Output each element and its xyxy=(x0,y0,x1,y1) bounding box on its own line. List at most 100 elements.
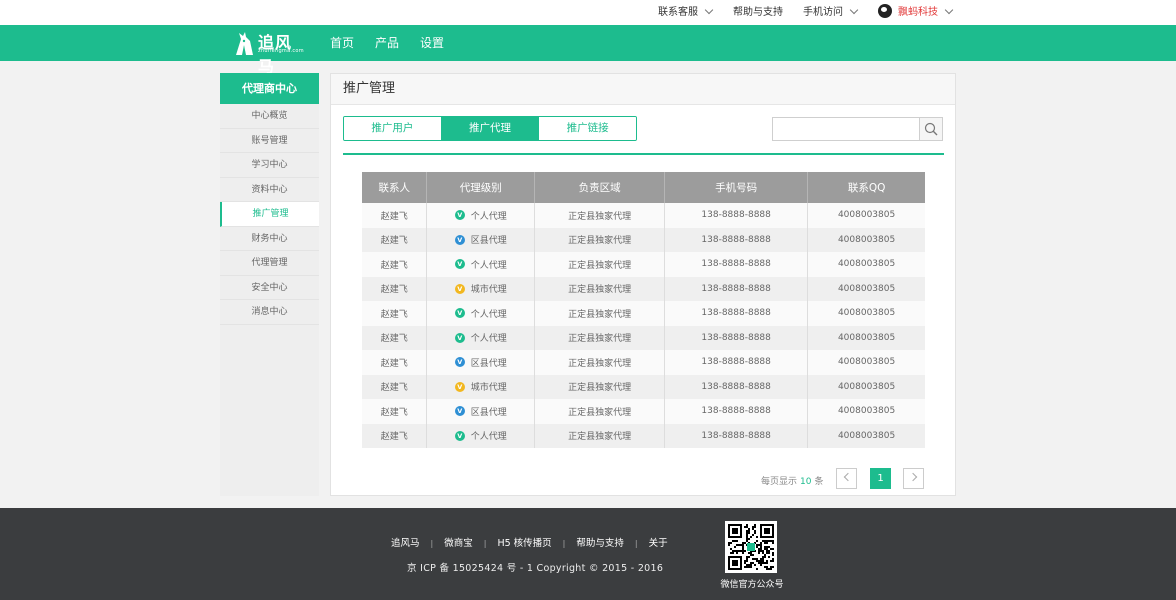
cell-level: V 个人代理 xyxy=(426,423,536,448)
cell-phone: 138-8888-8888 xyxy=(664,227,809,252)
sidebar-item-promotion[interactable]: 推广管理 xyxy=(220,202,319,227)
cell-contact: 赵建飞 xyxy=(362,227,428,252)
horse-logo-icon xyxy=(236,32,253,55)
cell-contact: 赵建飞 xyxy=(362,350,428,375)
footer-separator: | xyxy=(430,539,434,548)
footer-link[interactable]: 微商宝 xyxy=(444,538,473,549)
sidebar-title: 代理商中心 xyxy=(220,73,319,104)
cell-contact: 赵建飞 xyxy=(362,252,428,277)
next-page-button[interactable] xyxy=(903,468,924,489)
sidebar-item-messages[interactable]: 消息中心 xyxy=(220,300,319,325)
top-utility-bar: 联系客服 帮助与支持 手机访问 飘蚂科技 xyxy=(0,0,1176,25)
table-row: 赵建飞 V 区县代理 正定县独家代理 138-8888-8888 4008003805 xyxy=(362,227,925,252)
sidebar-item-agents[interactable]: 代理管理 xyxy=(220,251,319,276)
divider xyxy=(343,153,944,155)
footer-link[interactable]: 追风马 xyxy=(391,538,420,549)
table-row: 赵建飞 V 区县代理 正定县独家代理 138-8888-8888 4008003805 xyxy=(362,350,925,375)
footer-link[interactable]: 帮助与支持 xyxy=(576,538,624,549)
main-panel: 推广管理 推广用户 推广代理 推广链接 联系人 代理级别 负责区域 手机号码 联… xyxy=(330,73,956,496)
column-header-level: 代理级别 xyxy=(426,172,536,203)
footer-link[interactable]: 关于 xyxy=(649,538,668,549)
sidebar-item-overview[interactable]: 中心概览 xyxy=(220,104,319,129)
agent-level-icon: V xyxy=(454,259,465,270)
cell-qq: 4008003805 xyxy=(807,227,925,252)
cell-region: 正定县独家代理 xyxy=(534,227,666,252)
cell-phone: 138-8888-8888 xyxy=(664,374,809,399)
help-support-link[interactable]: 帮助与支持 xyxy=(733,0,783,25)
agent-level-icon: V xyxy=(454,430,465,441)
cell-phone: 138-8888-8888 xyxy=(664,301,809,326)
cell-phone: 138-8888-8888 xyxy=(664,325,809,350)
agent-level-label: 个人代理 xyxy=(470,309,507,320)
column-header-contact: 联系人 xyxy=(362,172,428,203)
customer-service-menu[interactable]: 联系客服 xyxy=(658,0,714,25)
page-size-value[interactable]: 10 xyxy=(800,477,811,487)
sidebar-item-finance[interactable]: 财务中心 xyxy=(220,227,319,251)
nav-settings[interactable]: 设置 xyxy=(420,25,444,61)
nav-home[interactable]: 首页 xyxy=(330,25,354,61)
cell-contact: 赵建飞 xyxy=(362,423,428,448)
cell-qq: 4008003805 xyxy=(807,301,925,326)
help-support-label: 帮助与支持 xyxy=(733,7,783,18)
table-row: 赵建飞 V 城市代理 正定县独家代理 138-8888-8888 4008003805 xyxy=(362,276,925,301)
search-input[interactable] xyxy=(772,117,920,141)
prev-page-button[interactable] xyxy=(836,468,857,489)
cell-level: V 个人代理 xyxy=(426,301,536,326)
cell-level: V 个人代理 xyxy=(426,203,536,228)
footer-links: 追风马 | 微商宝 | H5 核传播页 | 帮助与支持 | 关于 xyxy=(391,535,668,549)
footer-link[interactable]: H5 核传播页 xyxy=(497,538,551,549)
chevron-down-icon xyxy=(704,5,714,15)
footer-separator: | xyxy=(483,539,487,548)
chevron-down-icon xyxy=(849,5,859,15)
sidebar-item-materials[interactable]: 资料中心 xyxy=(220,178,319,202)
chevron-down-icon xyxy=(944,5,954,15)
footer-separator: | xyxy=(562,539,566,548)
cell-contact: 赵建飞 xyxy=(362,325,428,350)
agent-level-label: 区县代理 xyxy=(470,407,507,418)
cell-region: 正定县独家代理 xyxy=(534,374,666,399)
cell-region: 正定县独家代理 xyxy=(534,399,666,424)
cell-level: V 个人代理 xyxy=(426,325,536,350)
sidebar-item-learning[interactable]: 学习中心 xyxy=(220,153,319,178)
search-button[interactable] xyxy=(919,117,943,141)
cell-region: 正定县独家代理 xyxy=(534,276,666,301)
table-header-row: 联系人 代理级别 负责区域 手机号码 联系QQ xyxy=(362,172,925,203)
page-button-current[interactable]: 1 xyxy=(870,468,891,489)
agent-level-icon: V xyxy=(454,234,465,245)
agent-level-icon: V xyxy=(454,332,465,343)
cell-region: 正定县独家代理 xyxy=(534,350,666,375)
agent-level-label: 个人代理 xyxy=(470,432,507,443)
cell-phone: 138-8888-8888 xyxy=(664,203,809,228)
chevron-left-icon xyxy=(843,472,852,482)
agent-level-label: 个人代理 xyxy=(470,260,507,271)
user-menu[interactable]: 飘蚂科技 xyxy=(878,0,954,25)
footer-separator: | xyxy=(634,539,638,548)
main-header: 追风马 zhuifengma.com 首页 产品 设置 xyxy=(0,25,1176,76)
tab-promoted-users[interactable]: 推广用户 xyxy=(344,117,442,140)
agent-level-icon: V xyxy=(454,308,465,319)
sidebar-item-security[interactable]: 安全中心 xyxy=(220,276,319,300)
mobile-access-menu[interactable]: 手机访问 xyxy=(803,0,859,25)
sidebar: 代理商中心 中心概览 账号管理 学习中心 资料中心 推广管理 财务中心 代理管理… xyxy=(220,73,319,496)
page-size-prefix: 每页显示 xyxy=(761,477,798,487)
avatar xyxy=(878,4,892,18)
agent-level-label: 区县代理 xyxy=(470,358,507,369)
cell-contact: 赵建飞 xyxy=(362,276,428,301)
nav-products[interactable]: 产品 xyxy=(375,25,399,61)
tab-promotion-links[interactable]: 推广链接 xyxy=(539,117,636,140)
table-row: 赵建飞 V 区县代理 正定县独家代理 138-8888-8888 4008003805 xyxy=(362,399,925,424)
column-header-region: 负责区域 xyxy=(534,172,666,203)
page-size-info: 每页显示 10 条 xyxy=(761,474,823,487)
agent-level-icon: V xyxy=(454,406,465,417)
logo-subtext: zhuifengma.com xyxy=(258,48,304,54)
cell-level: V 区县代理 xyxy=(426,399,536,424)
tab-group: 推广用户 推广代理 推广链接 xyxy=(343,116,637,141)
copyright: 京 ICP 备 15025424 号 - 1 Copyright © 2015 … xyxy=(407,563,664,574)
sidebar-item-accounts[interactable]: 账号管理 xyxy=(220,129,319,153)
page-size-suffix: 条 xyxy=(814,477,824,487)
site-logo[interactable]: 追风马 zhuifengma.com xyxy=(232,28,304,76)
cell-qq: 4008003805 xyxy=(807,374,925,399)
table-row: 赵建飞 V 个人代理 正定县独家代理 138-8888-8888 4008003805 xyxy=(362,301,925,326)
cell-level: V 区县代理 xyxy=(426,227,536,252)
tab-promoted-agents[interactable]: 推广代理 xyxy=(441,117,540,140)
